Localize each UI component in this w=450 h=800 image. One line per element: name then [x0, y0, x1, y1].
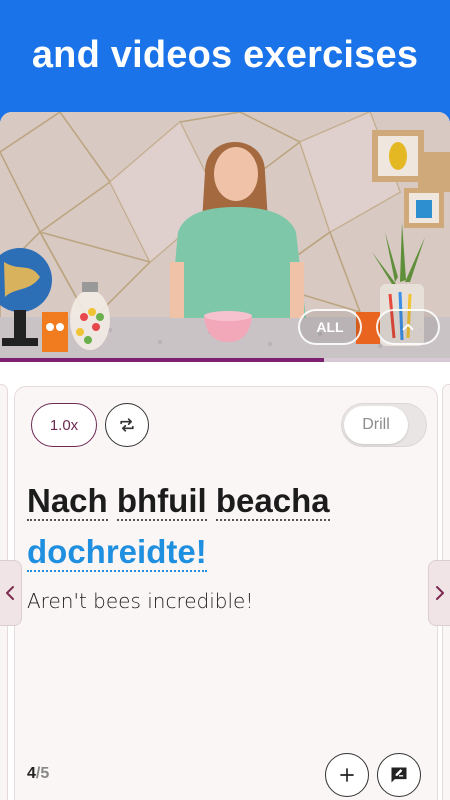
- video-player[interactable]: ALL: [0, 112, 450, 362]
- card-counter-current: 4: [27, 765, 36, 782]
- app-surface: ALL 1.0x Drill Nach bhfuil beacha dochre…: [0, 112, 450, 800]
- repeat-icon: [120, 418, 134, 432]
- sentence-word-highlighted[interactable]: dochreidte!: [27, 533, 207, 572]
- add-note-button[interactable]: [377, 753, 421, 797]
- card-counter-total: /5: [35, 765, 50, 782]
- drill-toggle[interactable]: Drill: [341, 403, 427, 447]
- sentence-word[interactable]: bhfuil: [116, 482, 207, 521]
- collapse-video-button[interactable]: [376, 309, 440, 345]
- target-sentence: Nach bhfuil beacha dochreidte!: [27, 475, 427, 577]
- all-filter-button[interactable]: ALL: [298, 309, 362, 345]
- all-filter-label: ALL: [316, 319, 344, 335]
- card-counter: 4/5: [27, 765, 49, 783]
- chevron-up-icon: [402, 323, 414, 331]
- translation-text: Aren't bees incredible!: [27, 589, 254, 613]
- drill-toggle-knob: Drill: [344, 406, 408, 444]
- video-progress-bar[interactable]: [0, 358, 450, 362]
- promo-banner: and videos exercises: [0, 0, 450, 120]
- repeat-button[interactable]: [105, 403, 149, 447]
- video-progress-fill: [0, 358, 324, 362]
- playback-speed-label: 1.0x: [49, 416, 79, 434]
- sentence-word[interactable]: beacha: [215, 482, 330, 521]
- sentence-word[interactable]: Nach: [27, 482, 108, 521]
- chevron-right-icon: [436, 586, 444, 600]
- promo-headline: and videos exercises: [31, 34, 419, 76]
- plus-icon: [340, 768, 354, 782]
- playback-speed-button[interactable]: 1.0x: [31, 403, 97, 447]
- chevron-left-icon: [6, 586, 14, 600]
- previous-card-button[interactable]: [0, 560, 22, 626]
- add-button[interactable]: [325, 753, 369, 797]
- note-edit-icon: [391, 767, 407, 783]
- exercise-card: 1.0x Drill Nach bhfuil beacha dochreidte…: [14, 386, 438, 800]
- next-card-button[interactable]: [428, 560, 450, 626]
- drill-label: Drill: [362, 416, 390, 433]
